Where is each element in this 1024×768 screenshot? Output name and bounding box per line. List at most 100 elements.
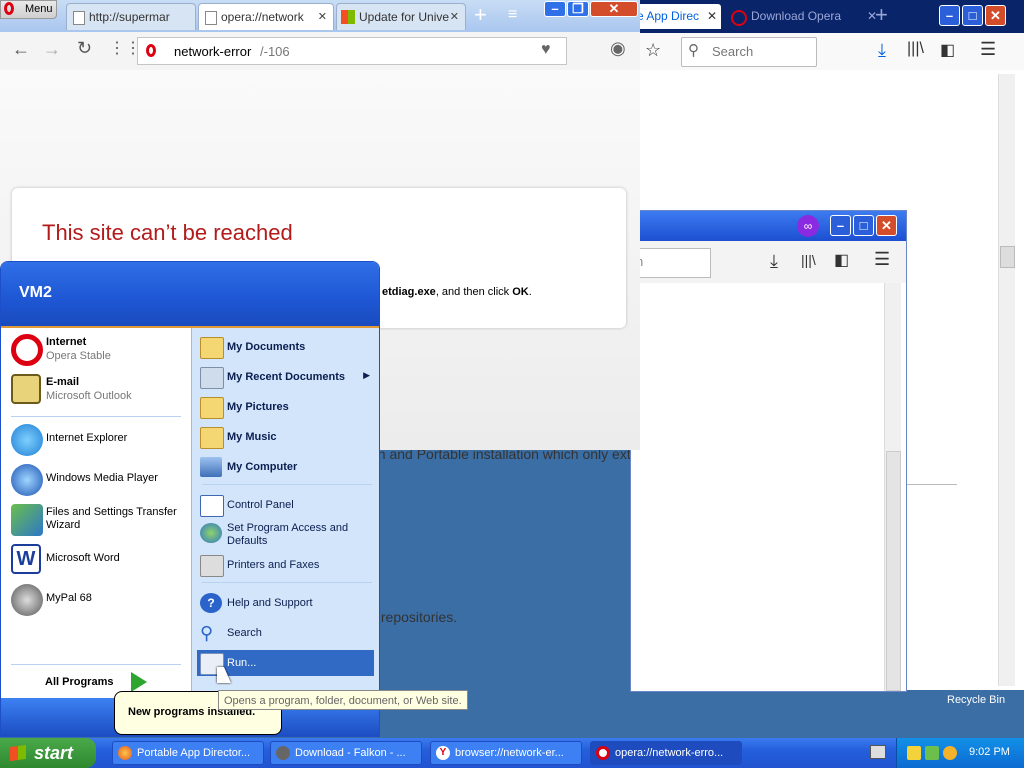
start-item-recent-documents[interactable]: My Recent Documents ▶	[197, 364, 374, 390]
control-panel-icon	[200, 495, 224, 517]
opera-icon	[596, 746, 610, 760]
maximize-button[interactable]: □	[853, 215, 874, 236]
falkon-url-input[interactable]: n	[631, 248, 711, 278]
restore-button[interactable]: ❐	[567, 1, 589, 17]
close-icon[interactable]: ✕	[318, 4, 327, 30]
menu-icon[interactable]: ☰	[874, 249, 890, 270]
firefox-scrollbar[interactable]	[998, 74, 1015, 686]
background-text-2: s repositories.	[370, 609, 458, 625]
tab-menu-icon[interactable]: ≡	[508, 6, 517, 24]
close-button[interactable]: ✕	[985, 5, 1006, 26]
reload-icon[interactable]: ↻	[77, 38, 92, 59]
taskbar-button-label: opera://network-erro...	[615, 747, 724, 759]
opera-address-input[interactable]: network-error /-106 ♥	[137, 37, 567, 65]
forward-icon[interactable]: →	[43, 39, 61, 60]
taskbar-button-firefox[interactable]: Portable App Director...	[112, 741, 264, 765]
mypal-icon	[11, 584, 43, 616]
close-icon[interactable]: ✕	[450, 4, 459, 30]
sidebar-icon[interactable]: ◧	[834, 250, 849, 270]
keyboard-icon[interactable]	[870, 745, 886, 759]
search-icon[interactable]	[943, 746, 957, 760]
back-icon[interactable]: ←	[12, 39, 30, 60]
start-label: start	[34, 743, 74, 763]
minimize-button[interactable]: –	[939, 5, 960, 26]
firefox-search-input[interactable]: ⚲ Search	[681, 37, 817, 67]
start-button[interactable]: start	[0, 738, 96, 768]
firefox-tab-active[interactable]: e App Direc ✕	[631, 4, 721, 29]
network-icon[interactable]	[925, 746, 939, 760]
library-icon[interactable]: |||\	[907, 40, 924, 58]
item-label: My Pictures	[227, 401, 289, 413]
start-item-my-pictures[interactable]: My Pictures	[197, 394, 374, 420]
start-item-control-panel[interactable]: Control Panel	[197, 492, 374, 518]
minimize-button[interactable]: –	[830, 215, 851, 236]
item-label: My Computer	[227, 461, 298, 473]
sidebar-icon[interactable]: ◧	[940, 40, 955, 60]
firefox-icon	[118, 746, 132, 760]
opera-menu-button[interactable]: Menu	[0, 0, 57, 19]
scrollbar-thumb[interactable]	[1000, 246, 1015, 268]
item-label: Set Program Access and	[227, 522, 349, 534]
start-item-email[interactable]: E-mail Microsoft Outlook	[9, 372, 187, 408]
start-item-internet[interactable]: Internet Opera Stable	[9, 332, 187, 368]
taskbar-button-yandex[interactable]: Y browser://network-er...	[430, 741, 582, 765]
opera-tab-3[interactable]: Update for Unive ✕	[336, 3, 466, 30]
falkon-content	[631, 283, 906, 691]
item-label-line2: Defaults	[227, 535, 268, 547]
taskbar: start Portable App Director... Download …	[0, 738, 1024, 768]
taskbar-button-falkon[interactable]: Download - Falkon - ...	[270, 741, 422, 765]
new-tab-icon[interactable]: +	[875, 2, 888, 28]
start-item-program-access[interactable]: Set Program Access and Defaults	[197, 520, 374, 550]
printer-icon	[200, 555, 224, 577]
background-divider	[905, 484, 957, 485]
taskbar-button-opera[interactable]: opera://network-erro...	[590, 741, 742, 765]
new-tab-icon[interactable]: +	[474, 2, 487, 28]
item-title: E-mail	[46, 376, 80, 388]
opera-menu-label: Menu	[25, 3, 53, 15]
start-item-internet-explorer[interactable]: Internet Explorer	[9, 422, 187, 458]
star-icon[interactable]: ☆	[645, 40, 661, 61]
account-icon[interactable]: ◉	[610, 38, 626, 59]
item-label: My Recent Documents	[227, 371, 345, 383]
program-access-icon	[200, 523, 222, 543]
item-label: Run...	[227, 657, 257, 669]
start-item-media-player[interactable]: Windows Media Player	[9, 462, 187, 498]
start-item-search[interactable]: ⚲ Search	[197, 620, 374, 646]
music-folder-icon	[200, 427, 224, 449]
close-icon[interactable]: ✕	[707, 4, 717, 29]
menu-icon[interactable]: ☰	[980, 39, 996, 60]
maximize-button[interactable]: □	[962, 5, 983, 26]
all-programs-label: All Programs	[45, 676, 114, 688]
start-item-my-documents[interactable]: My Documents	[197, 334, 374, 360]
start-item-word[interactable]: W Microsoft Word	[9, 542, 187, 578]
start-item-printers[interactable]: Printers and Faxes	[197, 552, 374, 578]
download-icon[interactable]: ⤓	[770, 251, 778, 272]
start-item-my-music[interactable]: My Music	[197, 424, 374, 450]
yandex-icon: Y	[436, 746, 450, 760]
start-item-transfer-wizard[interactable]: Files and Settings Transfer Wizard	[9, 502, 187, 538]
start-item-help[interactable]: ? Help and Support	[197, 590, 374, 616]
start-menu-places: My Documents My Recent Documents ▶ My Pi…	[191, 328, 379, 698]
private-browsing-icon: ∞	[797, 215, 819, 237]
opera-tab-2[interactable]: opera://network ✕	[198, 3, 334, 30]
item-title: Internet	[46, 336, 87, 348]
separator	[11, 416, 181, 417]
security-shield-icon[interactable]	[907, 746, 921, 760]
firefox-tab-active-label: e App Direc	[637, 9, 700, 23]
scrollbar-thumb[interactable]	[886, 451, 901, 691]
opera-tab-strip: Menu http://supermar opera://network ✕ U…	[0, 0, 640, 32]
close-button[interactable]: ✕	[590, 1, 638, 17]
library-icon[interactable]: |||\	[801, 252, 816, 268]
start-item-mypal[interactable]: MyPal 68	[9, 582, 187, 618]
firefox-tab-download-opera[interactable]: Download Opera ✕	[729, 4, 881, 29]
opera-tab-1[interactable]: http://supermar	[66, 3, 196, 30]
heart-icon[interactable]: ♥	[541, 41, 551, 59]
close-button[interactable]: ✕	[876, 215, 897, 236]
falkon-scrollbar[interactable]	[884, 283, 901, 691]
recycle-bin-label[interactable]: Recycle Bin	[947, 694, 1005, 706]
search-icon: ⚲	[200, 623, 214, 643]
download-icon[interactable]: ⤓	[878, 40, 886, 61]
clock[interactable]: 9:02 PM	[969, 746, 1010, 758]
minimize-button[interactable]: –	[544, 1, 566, 17]
start-item-my-computer[interactable]: My Computer	[197, 454, 374, 480]
